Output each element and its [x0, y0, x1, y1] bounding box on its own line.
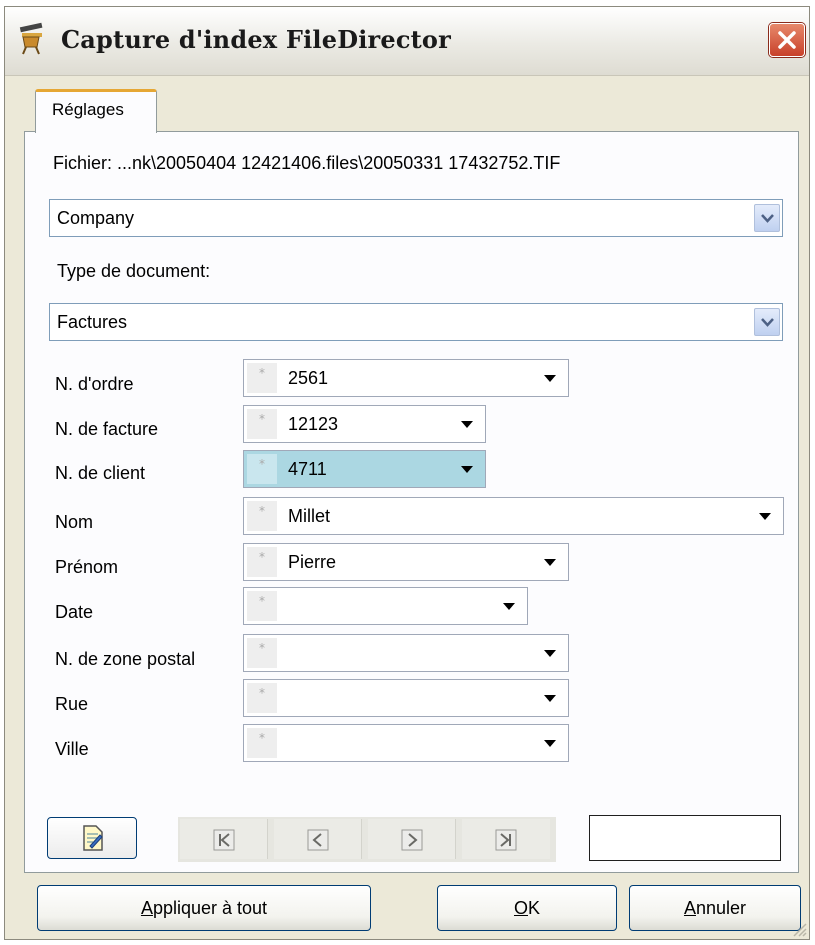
cancel-button[interactable]: Annuler — [629, 885, 801, 931]
company-select[interactable]: Company — [49, 199, 783, 237]
document-type-label: Type de document: — [57, 261, 211, 281]
edit-document-icon — [83, 825, 103, 851]
dropdown-arrow-icon[interactable] — [503, 603, 515, 610]
apply-all-label: ppliquer à tout — [152, 898, 268, 918]
title-bar[interactable]: Capture d'index FileDirector — [5, 7, 809, 76]
dropdown-arrow-icon[interactable] — [759, 513, 771, 520]
field-label-order-number: N. d'ordre — [55, 374, 134, 394]
last-page-button[interactable] — [462, 819, 550, 859]
field-marker: * — [247, 638, 277, 668]
ok-label: K — [528, 898, 541, 918]
resize-grip-icon[interactable] — [791, 921, 807, 937]
field-marker: * — [247, 547, 277, 577]
previous-page-icon — [307, 829, 329, 851]
field-label-last-name: Nom — [55, 512, 94, 532]
last-name-value: Millet — [288, 506, 331, 526]
field-marker: * — [247, 454, 277, 484]
cancel-label: nnuler — [695, 898, 747, 918]
tab-label: Réglages — [52, 100, 124, 119]
document-type-select[interactable]: Factures — [49, 303, 783, 341]
order-number-field[interactable]: * 2561 — [243, 359, 569, 397]
close-button[interactable] — [769, 23, 805, 57]
field-marker: * — [247, 683, 277, 713]
page-count-box — [589, 815, 781, 861]
first-page-button[interactable] — [180, 819, 268, 859]
dropdown-arrow-icon[interactable] — [544, 740, 556, 747]
field-label-city: Ville — [55, 739, 89, 759]
city-field[interactable]: * — [243, 724, 569, 762]
field-label-street: Rue — [55, 694, 89, 714]
last-page-icon — [495, 829, 517, 851]
field-label-client-number: N. de client — [55, 463, 146, 483]
dropdown-arrow-icon[interactable] — [544, 695, 556, 702]
company-dropdown-button[interactable] — [754, 204, 780, 232]
chevron-down-icon — [761, 214, 774, 223]
dropdown-arrow-icon[interactable] — [544, 375, 556, 382]
field-label-date: Date — [55, 602, 94, 622]
first-page-icon — [213, 829, 235, 851]
tab-reglages[interactable]: Réglages — [35, 89, 157, 133]
file-path-label: Fichier: ...nk\20050404 12421406.files\2… — [53, 153, 561, 173]
document-type-value: Factures — [57, 312, 128, 332]
next-page-button[interactable] — [368, 819, 456, 859]
apply-all-accel: A — [140, 898, 153, 918]
order-number-value: 2561 — [288, 368, 329, 388]
date-field[interactable]: * — [243, 587, 528, 625]
street-field[interactable]: * — [243, 679, 569, 717]
client-number-value: 4711 — [288, 459, 327, 479]
chevron-down-icon — [761, 318, 774, 327]
edit-document-button[interactable] — [47, 817, 137, 859]
document-type-dropdown-button[interactable] — [754, 308, 780, 336]
cancel-accel: A — [683, 898, 696, 918]
filedirector-app-icon — [17, 21, 47, 55]
last-name-field[interactable]: * Millet — [243, 497, 784, 535]
dropdown-arrow-icon[interactable] — [461, 466, 473, 473]
next-page-icon — [401, 829, 423, 851]
field-label-postal-code: N. de zone postal — [55, 649, 196, 669]
field-marker: * — [247, 501, 277, 531]
field-label-first-name: Prénom — [55, 557, 119, 577]
field-label-invoice-number: N. de facture — [55, 419, 159, 439]
page-navigation — [178, 817, 556, 862]
ok-accel: O — [513, 898, 528, 918]
apply-all-button[interactable]: Appliquer à tout — [37, 885, 371, 931]
field-marker: * — [247, 409, 277, 439]
ok-button[interactable]: OK — [437, 885, 617, 931]
company-select-value: Company — [57, 208, 135, 228]
close-icon — [778, 31, 796, 49]
dropdown-arrow-icon[interactable] — [544, 650, 556, 657]
field-marker: * — [247, 363, 277, 393]
field-marker: * — [247, 591, 277, 621]
postal-code-field[interactable]: * — [243, 634, 569, 672]
window-title: Capture d'index FileDirector — [61, 25, 451, 54]
first-name-field[interactable]: * Pierre — [243, 543, 569, 581]
dialog-window: Capture d'index FileDirector Réglages Fi… — [4, 6, 810, 940]
field-marker: * — [247, 728, 277, 758]
previous-page-button[interactable] — [274, 819, 362, 859]
invoice-number-value: 12123 — [288, 414, 339, 434]
dropdown-arrow-icon[interactable] — [544, 559, 556, 566]
client-number-field[interactable]: * 4711 — [243, 450, 486, 488]
first-name-value: Pierre — [288, 552, 337, 572]
dropdown-arrow-icon[interactable] — [461, 421, 473, 428]
invoice-number-field[interactable]: * 12123 — [243, 405, 486, 443]
